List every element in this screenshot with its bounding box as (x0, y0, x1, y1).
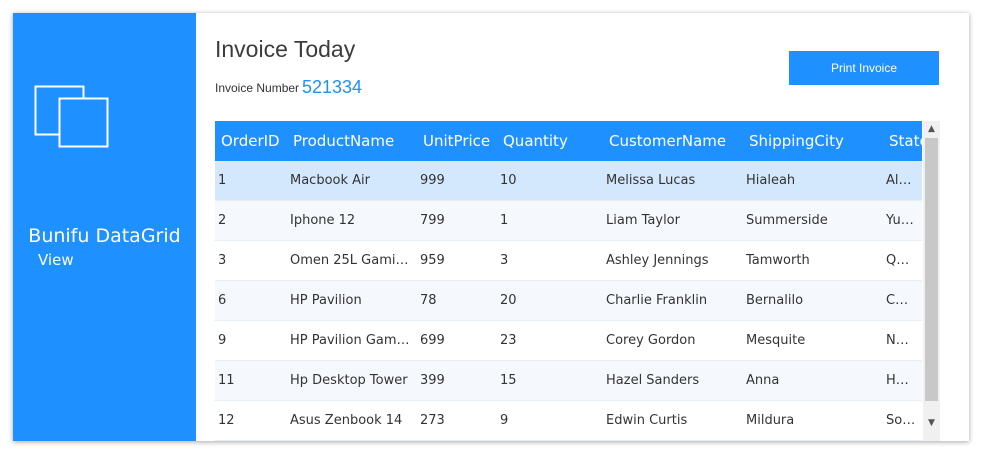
table-row[interactable]: 2 Iphone 12 799 1 Liam Taylor Summerside… (215, 201, 922, 241)
copy-windows-icon (34, 85, 109, 148)
cell-unitprice: 699 (420, 333, 445, 348)
chevron-down-icon[interactable]: ▼ (923, 415, 940, 432)
page-title: Invoice Today (215, 36, 356, 62)
cell-customername: Corey Gordon (606, 333, 696, 348)
cell-shippingcity: Summerside (746, 213, 828, 228)
cell-shippingcity: Mesquite (746, 333, 806, 348)
cell-state: Alabama (886, 173, 916, 188)
column-header-orderid[interactable]: OrderID (221, 121, 280, 161)
grid-header: OrderID ProductName UnitPrice Quantity C… (215, 121, 922, 161)
scrollbar-thumb[interactable] (925, 138, 938, 401)
app-window: Bunifu DataGrid View Invoice Today Invoi… (13, 13, 969, 441)
column-header-state[interactable]: State (889, 121, 922, 161)
cell-shippingcity: Hialeah (746, 173, 796, 188)
cell-unitprice: 959 (420, 253, 445, 268)
cell-state: Queensland (886, 253, 916, 268)
data-grid[interactable]: OrderID ProductName UnitPrice Quantity C… (215, 121, 940, 441)
cell-unitprice: 273 (420, 413, 445, 428)
cell-state: California (886, 293, 916, 308)
cell-orderid: 12 (218, 413, 235, 428)
cell-unitprice: 78 (420, 293, 437, 308)
vertical-scrollbar[interactable]: ▲ ▼ (923, 121, 940, 441)
cell-shippingcity: Tamworth (746, 253, 810, 268)
app-name: Bunifu DataGrid View (13, 224, 196, 269)
cell-state: Nevada (886, 333, 916, 348)
cell-state: Yukon (886, 213, 916, 228)
cell-unitprice: 999 (420, 173, 445, 188)
cell-quantity: 15 (500, 373, 517, 388)
cell-customername: Melissa Lucas (606, 173, 696, 188)
cell-customername: Hazel Sanders (606, 373, 700, 388)
invoice-number-label: Invoice Number (215, 81, 300, 95)
cell-productname: HP Pavilion Gaming PC (290, 333, 412, 348)
cell-shippingcity: Anna (746, 373, 780, 388)
table-row[interactable]: 9 HP Pavilion Gaming PC 699 23 Corey Gor… (215, 321, 922, 361)
grid-body: OrderID ProductName UnitPrice Quantity C… (215, 121, 922, 441)
cell-quantity: 10 (500, 173, 517, 188)
cell-unitprice: 399 (420, 373, 445, 388)
app-name-line2: View (38, 251, 74, 269)
table-row[interactable]: 6 HP Pavilion 78 20 Charlie Franklin Ber… (215, 281, 922, 321)
table-row[interactable]: 1 Macbook Air 999 10 Melissa Lucas Hiale… (215, 161, 922, 201)
column-header-unitprice[interactable]: UnitPrice (423, 121, 490, 161)
sidebar: Bunifu DataGrid View (13, 13, 196, 441)
cell-productname: Asus Zenbook 14 (290, 413, 403, 428)
cell-quantity: 20 (500, 293, 517, 308)
chevron-up-icon[interactable]: ▲ (923, 121, 940, 138)
cell-customername: Charlie Franklin (606, 293, 708, 308)
column-header-quantity[interactable]: Quantity (503, 121, 568, 161)
cell-orderid: 3 (218, 253, 227, 268)
cell-customername: Edwin Curtis (606, 413, 688, 428)
print-invoice-button[interactable]: Print Invoice (789, 51, 939, 85)
cell-shippingcity: Mildura (746, 413, 795, 428)
cell-productname: Hp Desktop Tower (290, 373, 408, 388)
column-header-shippingcity[interactable]: ShippingCity (749, 121, 844, 161)
cell-orderid: 1 (218, 173, 227, 188)
cell-customername: Ashley Jennings (606, 253, 709, 268)
app-name-line1: Bunifu DataGrid (28, 225, 181, 247)
cell-shippingcity: Bernalilo (746, 293, 804, 308)
invoice-number-value: 521334 (302, 77, 363, 97)
cell-quantity: 3 (500, 253, 509, 268)
cell-orderid: 9 (218, 333, 227, 348)
cell-orderid: 2 (218, 213, 227, 228)
column-header-productname[interactable]: ProductName (293, 121, 394, 161)
cell-orderid: 6 (218, 293, 227, 308)
cell-quantity: 23 (500, 333, 517, 348)
table-row[interactable]: 12 Asus Zenbook 14 273 9 Edwin Curtis Mi… (215, 401, 922, 441)
cell-productname: Macbook Air (290, 173, 370, 188)
column-header-customername[interactable]: CustomerName (609, 121, 726, 161)
cell-quantity: 1 (500, 213, 509, 228)
table-row[interactable]: 11 Hp Desktop Tower 399 15 Hazel Sanders… (215, 361, 922, 401)
cell-productname: HP Pavilion (290, 293, 362, 308)
cell-state: Hawaii (886, 373, 916, 388)
cell-state: South Australia (886, 413, 916, 428)
table-row[interactable]: 3 Omen 25L Gaming PC 959 3 Ashley Jennin… (215, 241, 922, 281)
cell-orderid: 11 (218, 373, 235, 388)
cell-customername: Liam Taylor (606, 213, 680, 228)
cell-quantity: 9 (500, 413, 509, 428)
cell-productname: Iphone 12 (290, 213, 356, 228)
cell-productname: Omen 25L Gaming PC (290, 253, 412, 268)
cell-unitprice: 799 (420, 213, 445, 228)
